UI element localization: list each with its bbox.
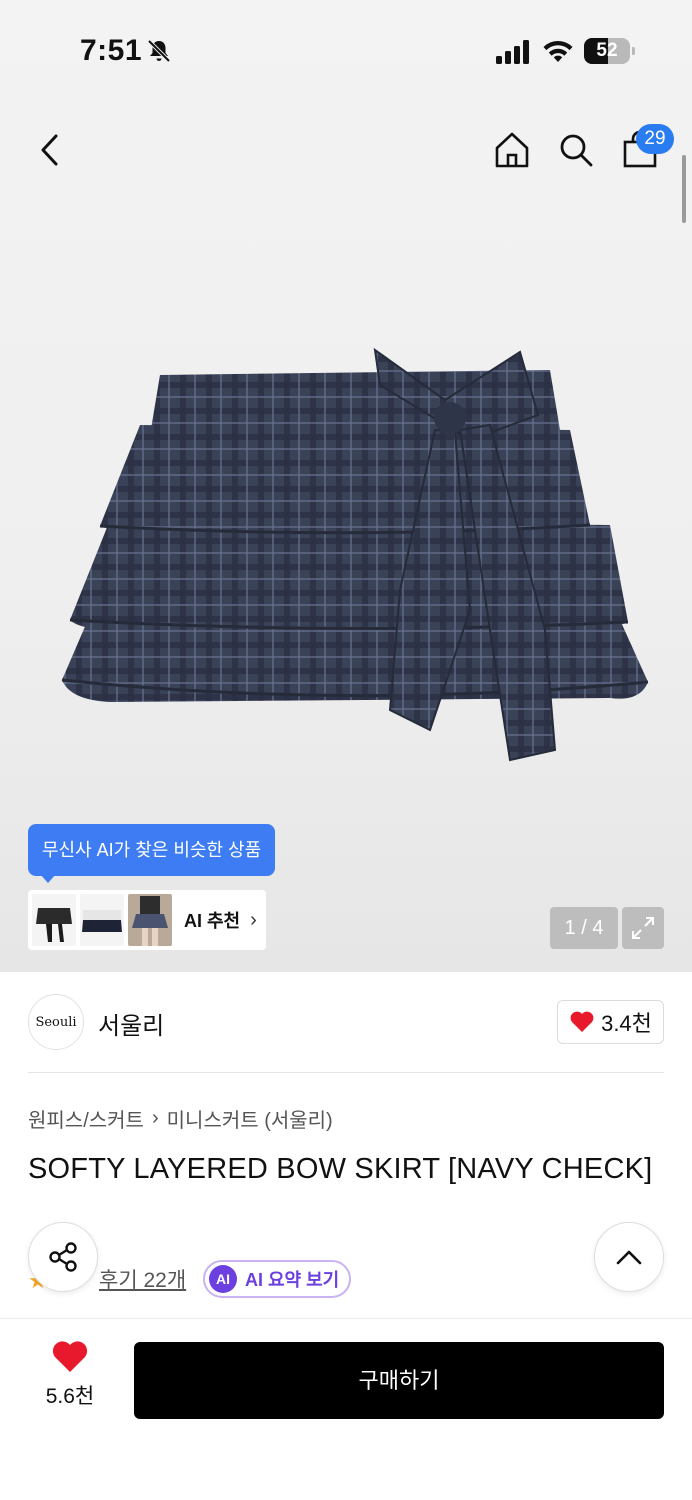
bell-muted-icon bbox=[147, 39, 171, 63]
battery-percent: 52 bbox=[596, 40, 618, 61]
ai-recommend-button[interactable]: AI 추천 › bbox=[28, 890, 266, 950]
scrollbar[interactable] bbox=[682, 155, 686, 223]
chevron-right-icon: › bbox=[151, 1107, 159, 1129]
share-icon bbox=[49, 1242, 77, 1272]
home-button[interactable] bbox=[490, 128, 534, 172]
breadcrumb-subcategory[interactable]: 미니스커트 (서울리) bbox=[167, 1104, 333, 1133]
product-like-count: 5.6천 bbox=[45, 1385, 95, 1408]
chevron-up-icon bbox=[616, 1250, 642, 1265]
brand-name[interactable]: 서울리 bbox=[98, 1006, 164, 1041]
recommendation-thumbnail[interactable] bbox=[128, 894, 172, 946]
tooltip-tail bbox=[40, 874, 56, 883]
breadcrumb: 원피스/스커트 › 미니스커트 (서울리) bbox=[28, 1104, 333, 1133]
brand-like-count: 3.4천 bbox=[601, 1011, 652, 1036]
expand-icon bbox=[632, 917, 654, 939]
ai-icon: AI bbox=[209, 1265, 237, 1293]
ai-similar-tooltip[interactable]: 무신사 AI가 찾은 비슷한 상품 bbox=[28, 824, 276, 876]
scroll-top-button[interactable] bbox=[594, 1222, 664, 1292]
heart-icon bbox=[570, 1011, 594, 1032]
share-button[interactable] bbox=[28, 1222, 98, 1292]
ai-summary-label: AI 요약 보기 bbox=[245, 1270, 340, 1290]
brand-like-button[interactable]: 3.4천 bbox=[557, 1000, 664, 1044]
wifi-icon bbox=[543, 40, 573, 62]
cart-count-badge: 29 bbox=[636, 124, 674, 154]
expand-button[interactable] bbox=[622, 907, 664, 949]
ai-recommend-label: AI 추천 bbox=[184, 911, 241, 931]
search-icon bbox=[560, 134, 593, 167]
product-like-button[interactable]: 5.6천 bbox=[28, 1340, 112, 1420]
brand-logo-text: Seouli bbox=[35, 1014, 77, 1030]
recommendation-thumbnail[interactable] bbox=[32, 894, 76, 946]
ai-summary-button[interactable]: AI AI 요약 보기 bbox=[203, 1260, 352, 1298]
review-link[interactable]: 후기 22개 bbox=[99, 1264, 186, 1294]
battery-indicator: 52 bbox=[584, 38, 636, 64]
buy-button[interactable]: 구매하기 bbox=[134, 1342, 664, 1419]
status-bar: 7:51 52 bbox=[0, 0, 692, 100]
search-button[interactable] bbox=[554, 128, 598, 172]
chevron-left-icon bbox=[41, 134, 58, 166]
recommendation-thumbnail[interactable] bbox=[80, 894, 124, 946]
breadcrumb-category[interactable]: 원피스/스커트 bbox=[28, 1104, 144, 1133]
back-button[interactable] bbox=[30, 130, 70, 170]
status-time: 7:51 bbox=[80, 34, 143, 67]
product-image[interactable] bbox=[50, 330, 660, 780]
image-pager: 1 / 4 bbox=[550, 907, 618, 949]
heart-icon bbox=[52, 1341, 88, 1372]
brand-logo[interactable]: Seouli bbox=[28, 994, 84, 1050]
divider bbox=[28, 1072, 664, 1073]
chevron-right-icon: › bbox=[250, 908, 257, 931]
home-icon bbox=[495, 132, 529, 168]
product-title: SOFTY LAYERED BOW SKIRT [NAVY CHECK] bbox=[28, 1153, 653, 1185]
cellular-signal-icon bbox=[496, 40, 529, 64]
